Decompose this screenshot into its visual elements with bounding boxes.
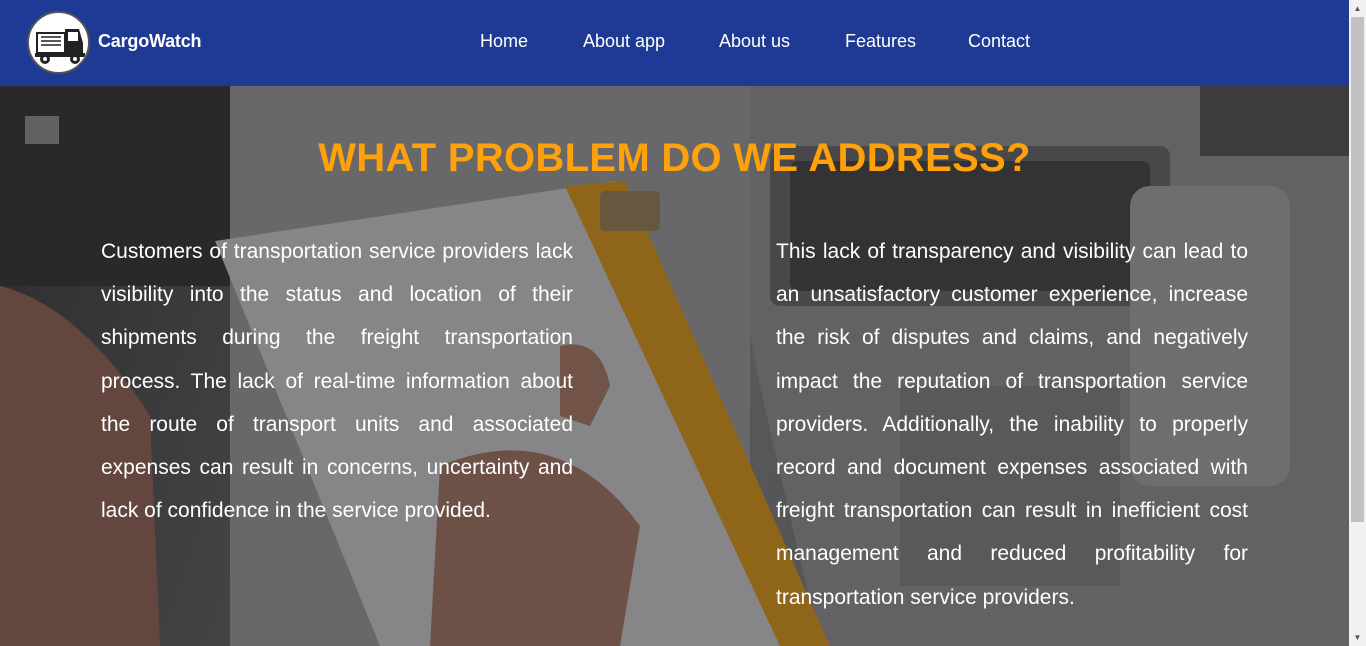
scrollbar-thumb[interactable] xyxy=(1351,17,1364,522)
problem-text-left: Customers of transportation service prov… xyxy=(101,240,573,523)
nav-about-app[interactable]: About app xyxy=(583,31,665,52)
nav-about-us[interactable]: About us xyxy=(719,31,790,52)
logo[interactable] xyxy=(27,11,90,74)
section-title: WHAT PROBLEM DO WE ADDRESS? xyxy=(318,136,1031,180)
vertical-scrollbar[interactable]: ▲ ▼ xyxy=(1349,0,1366,646)
nav-home[interactable]: Home xyxy=(480,31,528,52)
brand-name[interactable]: CargoWatch xyxy=(98,31,202,52)
nav-contact[interactable]: Contact xyxy=(968,31,1030,52)
problem-text-right: This lack of transparency and visibility… xyxy=(776,240,1248,609)
truck-icon xyxy=(35,29,85,64)
problem-section: WHAT PROBLEM DO WE ADDRESS? Customers of… xyxy=(0,86,1349,646)
scroll-up-icon[interactable]: ▲ xyxy=(1349,0,1366,17)
site-header: CargoWatch Home About app About us Featu… xyxy=(0,0,1349,86)
scroll-down-icon[interactable]: ▼ xyxy=(1349,629,1366,646)
nav-features[interactable]: Features xyxy=(845,31,916,52)
